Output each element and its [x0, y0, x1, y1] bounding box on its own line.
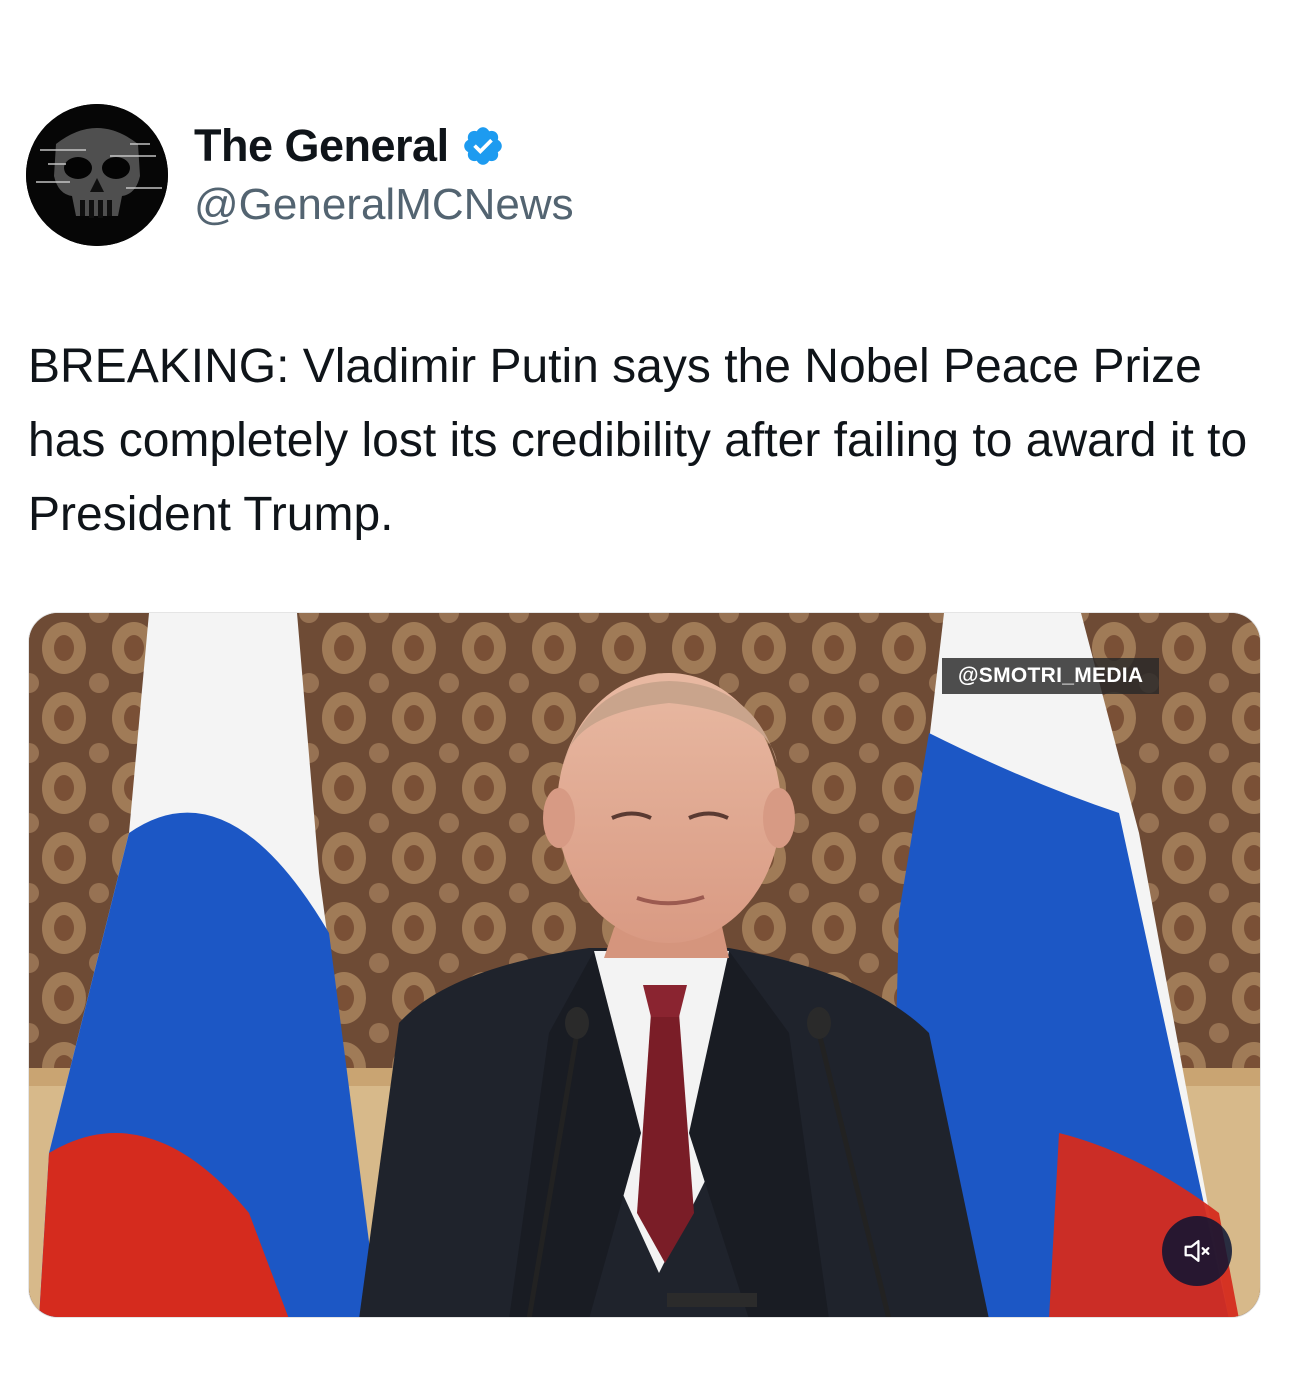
video-frame [29, 613, 1260, 1317]
tweet-text: BREAKING: Vladimir Putin says the Nobel … [28, 340, 1248, 541]
speaker-muted-icon [1184, 1239, 1210, 1263]
video-watermark: @SMOTRI_MEDIA [942, 658, 1160, 694]
avatar[interactable] [26, 104, 168, 246]
tweet-card[interactable]: The General @GeneralMCNews BREAKING: Vla… [0, 0, 1290, 1374]
author-name-row: The General [194, 118, 505, 174]
video-player[interactable]: @SMOTRI_MEDIA [28, 612, 1261, 1318]
author-display-name[interactable]: The General [194, 120, 449, 172]
verified-badge-icon [463, 127, 502, 165]
skull-avatar-icon [26, 104, 168, 246]
author-handle[interactable]: @GeneralMCNews [194, 180, 574, 230]
mute-toggle-button[interactable] [1162, 1216, 1232, 1286]
